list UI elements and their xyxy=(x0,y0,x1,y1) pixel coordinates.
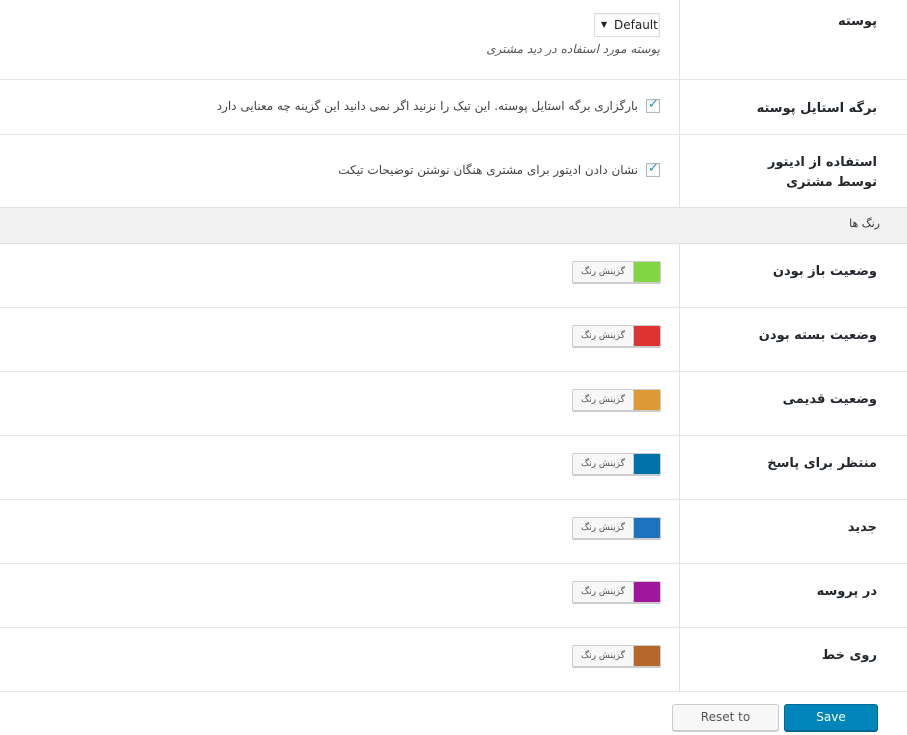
color-picker-label: گزینش رنگ xyxy=(573,262,633,282)
color-swatch xyxy=(633,390,660,410)
color-row-label: جدید xyxy=(847,520,877,535)
customer-editor-label: استفاده از ادیتور توسط مشتری xyxy=(767,155,877,190)
color-picker-label: گزینش رنگ xyxy=(573,390,633,410)
color-swatch xyxy=(633,262,660,282)
color-row-label: منتظر برای پاسخ xyxy=(767,456,877,471)
color-picker-button[interactable]: گزینش رنگ xyxy=(572,581,661,603)
color-picker-button[interactable]: گزینش رنگ xyxy=(572,453,661,475)
skin-style-option: بارگزاری برگه استایل پوسته. این تیک را ن… xyxy=(216,97,660,113)
color-picker-label: گزینش رنگ xyxy=(573,646,633,666)
color-picker-button[interactable]: گزینش رنگ xyxy=(572,645,661,667)
color-swatch xyxy=(633,646,660,666)
color-picker-label: گزینش رنگ xyxy=(573,518,633,538)
color-swatch xyxy=(633,326,660,346)
customer-editor-checkbox[interactable] xyxy=(646,161,660,177)
color-picker-button[interactable]: گزینش رنگ xyxy=(572,389,661,411)
color-row: منتظر برای پاسخ گزینش رنگ xyxy=(0,436,907,500)
skin-select-value: Default xyxy=(614,18,658,32)
color-picker-label: گزینش رنگ xyxy=(573,326,633,346)
color-swatch xyxy=(633,454,660,474)
color-row-label: در پروسه xyxy=(816,584,877,599)
color-row: وضعیت قدیمی گزینش رنگ xyxy=(0,372,907,436)
dropdown-arrow-icon: ▼ xyxy=(601,20,608,29)
color-picker-button[interactable]: گزینش رنگ xyxy=(572,517,661,539)
color-row-label: وضعیت بسته بودن xyxy=(758,328,877,343)
color-picker-button[interactable]: گزینش رنگ xyxy=(572,261,661,283)
customer-editor-row: استفاده از ادیتور توسط مشتری نشان دادن ا… xyxy=(0,135,907,207)
color-row: روی خط گزینش رنگ xyxy=(0,628,907,692)
skin-style-row: برگه استایل پوسته بارگزاری برگه استایل پ… xyxy=(0,80,907,135)
skin-description: پوسته مورد استفاده در دید مشتری xyxy=(486,42,660,56)
color-picker-label: گزینش رنگ xyxy=(573,454,633,474)
colors-section-header: رنگ ها xyxy=(0,207,907,244)
save-changes-button[interactable]: Save Changes xyxy=(784,704,878,731)
skin-style-checkbox-label: بارگزاری برگه استایل پوسته. این تیک را ن… xyxy=(216,99,638,113)
skin-style-label: برگه استایل پوسته xyxy=(756,101,877,116)
color-row: وضعیت بسته بودن گزینش رنگ xyxy=(0,308,907,372)
skin-style-checkbox[interactable] xyxy=(646,97,660,113)
colors-section-title: رنگ ها xyxy=(849,217,880,230)
customer-editor-option: نشان دادن ادیتور برای مشتری هنگان نوشتن … xyxy=(338,161,660,177)
color-row-label: روی خط xyxy=(821,648,877,663)
color-picker-label: گزینش رنگ xyxy=(573,582,633,602)
color-swatch xyxy=(633,518,660,538)
color-row: وضعیت باز بودن گزینش رنگ xyxy=(0,244,907,308)
skin-row: پوسته ▼ Default پوسته مورد استفاده در دی… xyxy=(0,0,907,80)
color-row: در پروسه گزینش رنگ xyxy=(0,564,907,628)
customer-editor-checkbox-label: نشان دادن ادیتور برای مشتری هنگان نوشتن … xyxy=(338,163,638,177)
skin-label: پوسته xyxy=(837,14,877,29)
color-swatch xyxy=(633,582,660,602)
skin-select[interactable]: ▼ Default xyxy=(594,13,660,37)
color-row-label: وضعیت قدیمی xyxy=(782,392,877,407)
color-row-label: وضعیت باز بودن xyxy=(772,264,877,279)
color-picker-button[interactable]: گزینش رنگ xyxy=(572,325,661,347)
color-row: جدید گزینش رنگ xyxy=(0,500,907,564)
reset-defaults-button[interactable]: Reset to Defaults xyxy=(672,704,779,731)
